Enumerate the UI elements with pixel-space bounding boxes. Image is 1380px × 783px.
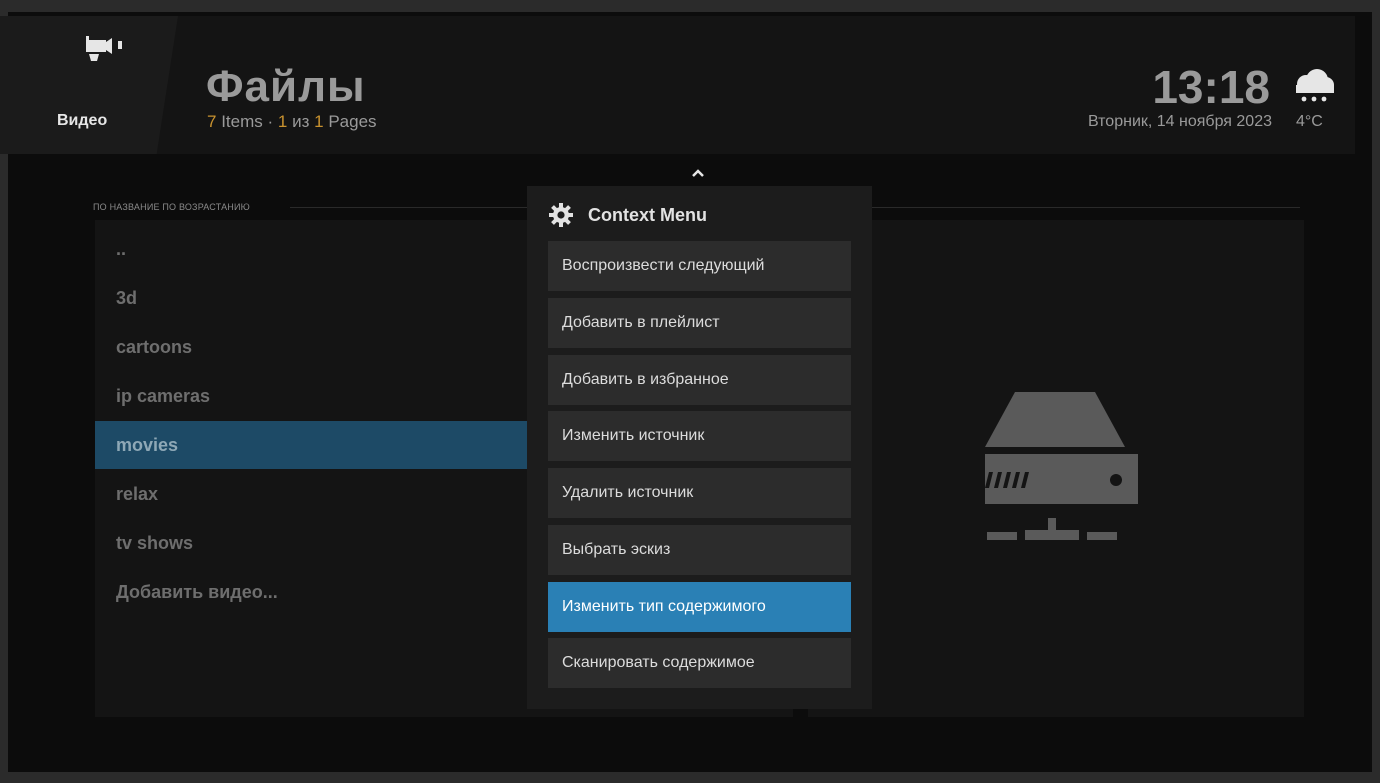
list-item[interactable]: ip cameras bbox=[95, 372, 527, 420]
pages-word: Pages bbox=[328, 112, 377, 131]
list-item-add-video[interactable]: Добавить видео... bbox=[95, 568, 527, 616]
page-title: Файлы bbox=[206, 62, 366, 111]
list-item[interactable]: relax bbox=[95, 470, 527, 518]
menu-item-add-to-playlist[interactable]: Добавить в плейлист bbox=[548, 298, 851, 348]
network-drive-icon bbox=[985, 392, 1138, 540]
scroll-up-arrow-icon[interactable] bbox=[691, 168, 705, 178]
context-menu: Context Menu Воспроизвести следующий Доб… bbox=[527, 186, 872, 709]
page-subtitle: 7 Items · 1 из 1 Pages bbox=[207, 112, 377, 132]
list-item-parent[interactable]: .. bbox=[95, 225, 527, 273]
menu-item-scan-content[interactable]: Сканировать содержимое bbox=[548, 638, 851, 688]
page-of: из bbox=[292, 112, 310, 131]
section-label: Видео bbox=[57, 112, 108, 129]
page-total: 1 bbox=[314, 112, 324, 131]
menu-item-set-content[interactable]: Изменить тип содержимого bbox=[548, 582, 851, 632]
clock: 13:18 bbox=[1152, 61, 1270, 113]
date-label: Вторник, 14 ноября 2023 bbox=[1088, 113, 1272, 130]
items-word: Items bbox=[221, 112, 263, 131]
video-camera-icon bbox=[86, 36, 122, 61]
separator-dot: · bbox=[267, 112, 274, 131]
items-count: 7 bbox=[207, 112, 217, 131]
sort-label[interactable]: по название по возрастанию bbox=[93, 202, 250, 212]
menu-item-choose-thumbnail[interactable]: Выбрать эскиз bbox=[548, 525, 851, 575]
list-item-focused[interactable]: movies bbox=[95, 421, 527, 469]
menu-item-add-to-favourites[interactable]: Добавить в избранное bbox=[548, 355, 851, 405]
list-item[interactable]: tv shows bbox=[95, 519, 527, 567]
context-menu-header: Context Menu bbox=[549, 203, 707, 227]
list-item[interactable]: 3d bbox=[95, 274, 527, 322]
rain-cloud-icon bbox=[1296, 69, 1334, 102]
menu-item-edit-source[interactable]: Изменить источник bbox=[548, 411, 851, 461]
page-current: 1 bbox=[277, 112, 288, 131]
gear-icon bbox=[549, 203, 573, 227]
menu-item-remove-source[interactable]: Удалить источник bbox=[548, 468, 851, 518]
list-item[interactable]: cartoons bbox=[95, 323, 527, 371]
temperature: 4°C bbox=[1296, 113, 1323, 130]
context-menu-title: Context Menu bbox=[588, 204, 707, 225]
menu-item-play-next[interactable]: Воспроизвести следующий bbox=[548, 241, 851, 291]
